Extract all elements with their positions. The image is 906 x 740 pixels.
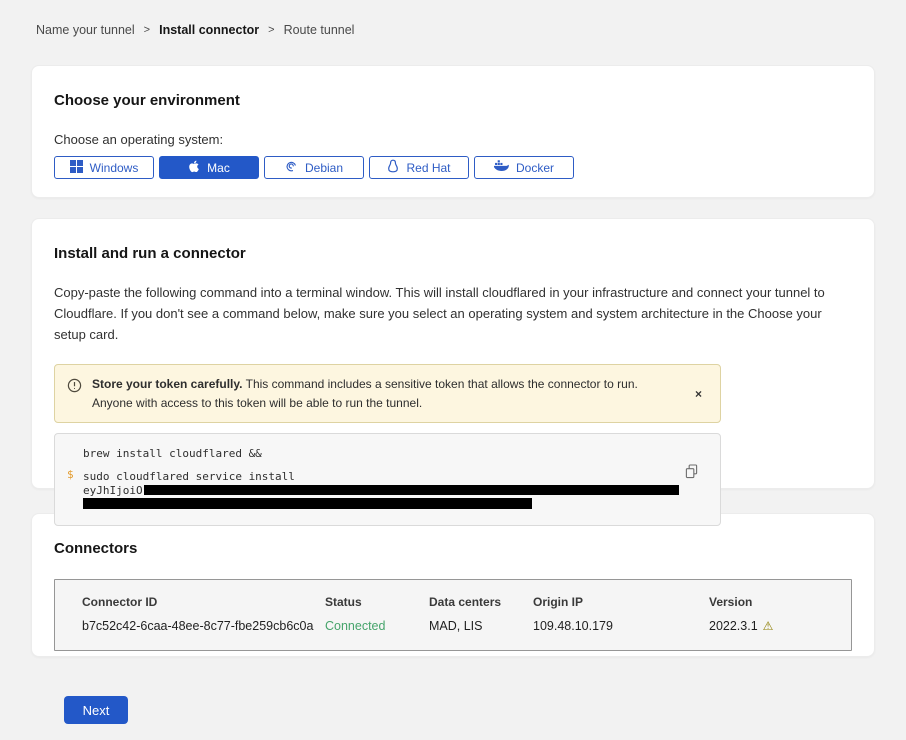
breadcrumb-route-tunnel[interactable]: Route tunnel — [284, 23, 355, 37]
install-connector-title: Install and run a connector — [54, 245, 852, 262]
connectors-title: Connectors — [54, 540, 852, 557]
version-number: 2022.3.1 — [709, 619, 758, 633]
os-select-label: Choose an operating system: — [54, 132, 852, 147]
os-button-windows[interactable]: Windows — [54, 156, 154, 179]
close-icon[interactable]: × — [691, 385, 706, 403]
docker-icon — [494, 160, 509, 175]
breadcrumb-name-your-tunnel[interactable]: Name your tunnel — [36, 23, 135, 37]
alert-circle-icon — [67, 378, 82, 399]
connectors-table: Connector ID Status Data centers Origin … — [54, 579, 852, 651]
token-redaction-bar — [144, 485, 679, 495]
os-button-label: Red Hat — [406, 161, 450, 175]
os-button-label: Debian — [305, 161, 343, 175]
choose-environment-card: Choose your environment Choose an operat… — [31, 65, 875, 198]
install-description: Copy-paste the following command into a … — [54, 282, 852, 345]
token-warning-banner: Store your token carefully. This command… — [54, 364, 721, 423]
shell-prompt: $ — [67, 468, 74, 481]
data-centers-value: MAD, LIS — [429, 619, 533, 633]
table-row: b7c52c42-6caa-48ee-8c77-fbe259cb6c0a Con… — [82, 619, 851, 633]
breadcrumb-separator: > — [268, 24, 274, 36]
os-button-docker[interactable]: Docker — [474, 156, 574, 179]
table-header-row: Connector ID Status Data centers Origin … — [82, 595, 851, 609]
connectors-card: Connectors Connector ID Status Data cent… — [31, 513, 875, 657]
token-warning-bold: Store your token carefully. — [92, 377, 243, 391]
breadcrumb-install-connector[interactable]: Install connector — [159, 23, 259, 37]
connector-id-value: b7c52c42-6caa-48ee-8c77-fbe259cb6c0a — [82, 619, 325, 633]
token-warning-text: Store your token carefully. This command… — [92, 375, 681, 412]
main-content: Choose your environment Choose an operat… — [31, 65, 875, 724]
breadcrumb: Name your tunnel > Install connector > R… — [0, 0, 906, 37]
header-data-centers: Data centers — [429, 595, 533, 609]
header-origin-ip: Origin IP — [533, 595, 709, 609]
code-line-token: eyJhIjoiO — [83, 484, 680, 496]
warning-triangle-icon: ⚠ — [763, 619, 774, 633]
code-line-service-install: sudo cloudflared service install — [83, 470, 680, 483]
code-line-brew-install: brew install cloudflared && — [83, 447, 680, 460]
header-connector-id: Connector ID — [82, 595, 325, 609]
os-button-label: Mac — [207, 161, 230, 175]
next-button[interactable]: Next — [64, 696, 128, 724]
os-button-group: Windows Mac Debian — [54, 156, 852, 179]
install-command-code-block: $ brew install cloudflared && sudo cloud… — [54, 433, 721, 526]
choose-environment-title: Choose your environment — [54, 92, 852, 109]
apple-icon — [188, 159, 200, 176]
origin-ip-value: 109.48.10.179 — [533, 619, 709, 633]
token-prefix: eyJhIjoiO — [83, 484, 143, 497]
os-button-label: Windows — [90, 161, 139, 175]
header-version: Version — [709, 595, 851, 609]
version-value: 2022.3.1 ⚠ — [709, 619, 851, 633]
code-line-token-continued — [83, 497, 680, 509]
debian-icon — [285, 160, 298, 176]
redhat-icon — [387, 159, 399, 176]
header-status: Status — [325, 595, 429, 609]
os-button-debian[interactable]: Debian — [264, 156, 364, 179]
breadcrumb-separator: > — [144, 24, 150, 36]
os-button-label: Docker — [516, 161, 554, 175]
status-badge: Connected — [325, 619, 429, 633]
os-button-redhat[interactable]: Red Hat — [369, 156, 469, 179]
token-redaction-bar — [83, 498, 532, 509]
os-button-mac[interactable]: Mac — [159, 156, 259, 179]
install-connector-card: Install and run a connector Copy-paste t… — [31, 218, 875, 489]
windows-icon — [70, 160, 83, 176]
copy-icon[interactable] — [685, 464, 698, 482]
